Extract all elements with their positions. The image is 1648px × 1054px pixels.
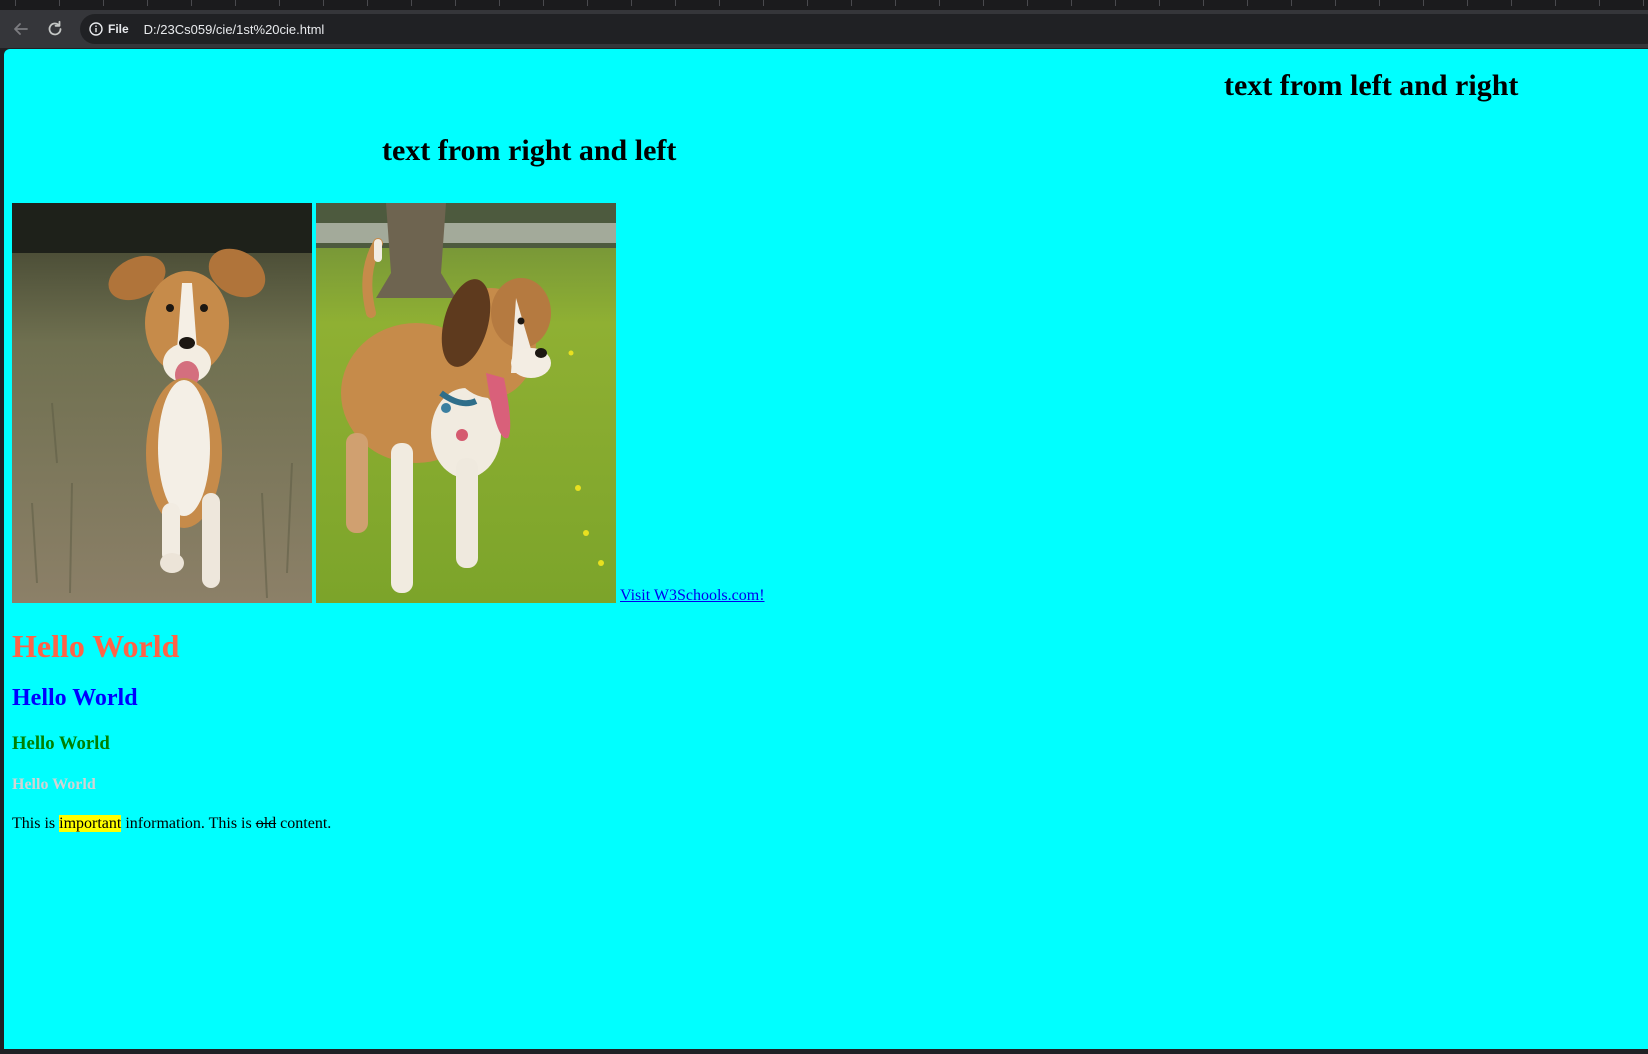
tab-separator <box>1027 0 1028 6</box>
tab-separator <box>1467 0 1468 6</box>
info-paragraph: This is important information. This is o… <box>12 815 331 833</box>
browser-toolbar: File D:/23Cs059/cie/1st%20cie.html <box>0 10 1648 48</box>
tab-separator <box>323 0 324 6</box>
tab-separator <box>1291 0 1292 6</box>
tab-separator <box>1511 0 1512 6</box>
tab-separator <box>1379 0 1380 6</box>
tab-separator <box>719 0 720 6</box>
back-button[interactable] <box>8 16 34 42</box>
url-text[interactable]: D:/23Cs059/cie/1st%20cie.html <box>144 22 325 37</box>
tab-separator <box>675 0 676 6</box>
tab-separator <box>499 0 500 6</box>
address-bar[interactable]: File D:/23Cs059/cie/1st%20cie.html <box>80 14 1648 44</box>
arrow-left-icon <box>14 23 28 35</box>
tab-separator <box>191 0 192 6</box>
tab-separator <box>455 0 456 6</box>
tab-separator <box>15 0 16 6</box>
reload-icon <box>48 20 62 36</box>
tab-separator <box>1115 0 1116 6</box>
tab-separator <box>1643 0 1644 6</box>
tab-separator <box>1247 0 1248 6</box>
tab-separator <box>1599 0 1600 6</box>
tab-separator <box>1555 0 1556 6</box>
tab-separator <box>1335 0 1336 6</box>
tab-separator <box>59 0 60 6</box>
paragraph-text-1: This is <box>12 815 60 832</box>
hello-world-h1: Hello World <box>12 628 180 664</box>
heading-right-aligned: text from left and right <box>1224 69 1519 102</box>
tab-separator <box>763 0 764 6</box>
tab-separator <box>543 0 544 6</box>
tab-separator <box>807 0 808 6</box>
walking-dog-photo <box>316 203 616 603</box>
hello-world-h2: Hello World <box>12 685 138 711</box>
paragraph-text-3: content. <box>276 815 332 832</box>
tab-separator <box>1423 0 1424 6</box>
reload-button[interactable] <box>42 16 68 42</box>
tab-separator <box>587 0 588 6</box>
tab-separator <box>147 0 148 6</box>
hello-world-h4: Hello World <box>12 776 96 793</box>
tab-separator <box>411 0 412 6</box>
tab-separator <box>851 0 852 6</box>
window-bottom-edge <box>0 1049 1648 1054</box>
highlighted-word: important <box>59 815 122 832</box>
strikethrough-word: old <box>255 815 277 832</box>
paragraph-text-2: information. This is <box>121 815 256 832</box>
w3schools-link[interactable]: Visit W3Schools.com! <box>620 587 765 605</box>
heading-center-aligned: text from right and left <box>382 134 677 167</box>
tab-separator <box>983 0 984 6</box>
tab-separator <box>895 0 896 6</box>
tab-separator <box>235 0 236 6</box>
tab-separator <box>1159 0 1160 6</box>
hello-world-h3: Hello World <box>12 733 110 754</box>
tab-separator <box>279 0 280 6</box>
page-viewport: text from left and right text from right… <box>4 49 1648 1049</box>
image-row: Visit W3Schools.com! <box>12 203 765 605</box>
tab-separator <box>367 0 368 6</box>
scheme-label: File <box>108 22 129 36</box>
tab-separator <box>1071 0 1072 6</box>
info-icon[interactable] <box>88 21 104 37</box>
tab-separator <box>631 0 632 6</box>
tab-separator <box>103 0 104 6</box>
tab-separator <box>939 0 940 6</box>
tab-separator <box>1203 0 1204 6</box>
running-dog-photo <box>12 203 312 603</box>
